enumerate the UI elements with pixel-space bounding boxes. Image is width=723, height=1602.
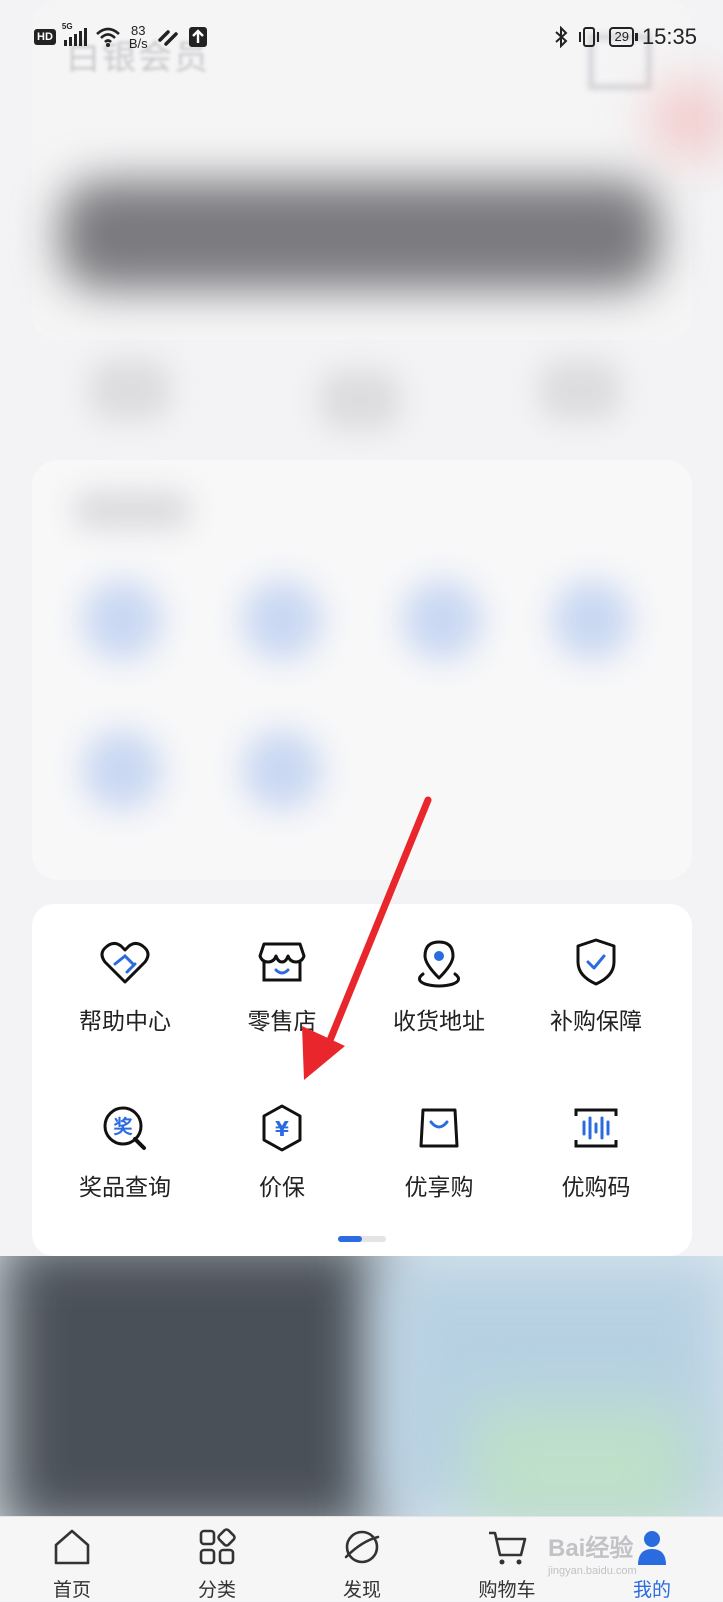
upload-icon [188, 27, 207, 47]
purchase-guarantee-label: 补购保障 [550, 1009, 642, 1035]
purchase-code-item[interactable]: 优购码 [517, 1100, 675, 1202]
promo-banner[interactable] [0, 1256, 723, 1516]
tab-category-label: 分类 [197, 1579, 236, 1601]
location-pin-icon [418, 940, 460, 988]
price-protect-icon: ¥ [262, 1104, 302, 1152]
tab-home-label: 首页 [52, 1579, 91, 1601]
tab-discover-label: 发现 [342, 1579, 381, 1601]
wifi-icon [96, 27, 120, 47]
premium-purchase-label: 优享购 [404, 1175, 474, 1201]
prize-query-item[interactable]: 奖 奖品查询 [46, 1100, 204, 1202]
cart-icon [489, 1531, 527, 1565]
network-speed: 83 B/s [128, 23, 148, 51]
heart-handshake-icon [100, 941, 150, 984]
services-card [32, 460, 692, 880]
hd-badge: HD [34, 29, 56, 45]
tools-card: 帮助中心 零售店 收货地址 补购保障 奖 奖品查询 ¥ 价保 优享购 优购码 [32, 904, 692, 1256]
svg-text:¥: ¥ [275, 1117, 289, 1141]
link-icon [157, 30, 178, 46]
shipping-address-item[interactable]: 收货地址 [360, 934, 518, 1036]
cellular-signal-icon: 5G [62, 22, 87, 46]
baidu-watermark: Bai经验 jingyan.baidu.com [548, 1535, 637, 1577]
help-center-item[interactable]: 帮助中心 [46, 934, 204, 1036]
bluetooth-icon [555, 26, 568, 48]
planet-icon [344, 1530, 380, 1564]
status-bar: HD 5G 83 B/s 29 15:35 [0, 0, 723, 80]
tab-discover[interactable]: 发现 [307, 1517, 417, 1602]
status-time: 15:35 [641, 24, 697, 49]
price-protection-label: 价保 [259, 1175, 305, 1201]
prize-search-icon: 奖 [103, 1106, 146, 1150]
vibrate-icon [579, 27, 600, 47]
price-protection-item[interactable]: ¥ 价保 [203, 1100, 361, 1202]
member-banner [60, 180, 660, 290]
tab-category[interactable]: 分类 [162, 1517, 272, 1602]
barcode-icon [574, 1108, 618, 1148]
purchase-guarantee-item[interactable]: 补购保障 [517, 934, 675, 1036]
category-grid-icon [199, 1528, 236, 1565]
shipping-address-label: 收货地址 [393, 1009, 485, 1035]
tab-home[interactable]: 首页 [17, 1517, 127, 1602]
store-icon [258, 942, 306, 982]
shield-check-icon [576, 938, 616, 986]
shopping-bag-icon [419, 1108, 459, 1148]
page-indicator [338, 1236, 386, 1242]
prize-query-label: 奖品查询 [79, 1175, 171, 1201]
tab-cart-label: 购物车 [478, 1579, 536, 1601]
retail-store-item[interactable]: 零售店 [203, 934, 361, 1036]
tab-mine-label: 我的 [632, 1579, 671, 1601]
battery-icon: 29 [609, 27, 639, 47]
retail-store-label: 零售店 [247, 1009, 317, 1035]
svg-text:奖: 奖 [113, 1115, 133, 1138]
help-center-label: 帮助中心 [79, 1009, 171, 1035]
purchase-code-label: 优购码 [561, 1175, 631, 1201]
home-icon [54, 1529, 90, 1565]
tab-cart[interactable]: 购物车 [452, 1517, 562, 1602]
premium-purchase-item[interactable]: 优享购 [360, 1100, 518, 1202]
